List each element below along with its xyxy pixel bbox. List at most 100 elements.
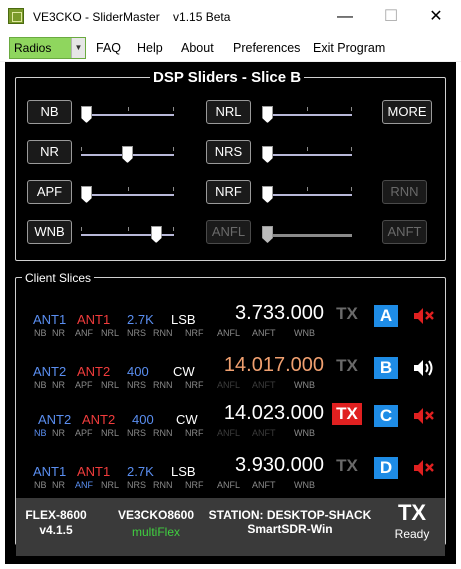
- apf-slider-ticks: [81, 187, 174, 191]
- menu-exit-program[interactable]: Exit Program: [313, 41, 385, 55]
- slice-frequency[interactable]: 14.017.000: [224, 354, 324, 377]
- slice-frequency[interactable]: 3.733.000: [235, 302, 324, 325]
- station-name: STATION: DESKTOP-SHACK: [208, 508, 372, 522]
- menu-about[interactable]: About: [181, 41, 214, 55]
- slice-mode[interactable]: LSB: [171, 312, 196, 327]
- nb-button[interactable]: NB: [27, 100, 72, 124]
- apf-button[interactable]: APF: [27, 180, 72, 204]
- slice-mode[interactable]: LSB: [171, 464, 196, 479]
- slice-flag-nb: NB: [34, 328, 47, 338]
- menu-faq[interactable]: FAQ: [96, 41, 121, 55]
- rnn-button[interactable]: RNN: [382, 180, 427, 204]
- slice-flag-nrl: NRL: [101, 328, 120, 338]
- slice-frequency[interactable]: 3.930.000: [235, 454, 324, 477]
- radio-version: v4.1.5: [39, 523, 73, 537]
- nrl-slider-ticks: [262, 107, 352, 111]
- slice-tx-button[interactable]: TX: [332, 403, 362, 425]
- slice-bandwidth[interactable]: 400: [132, 412, 154, 427]
- slice-flag-rnn: RNN: [153, 480, 173, 490]
- slice-bandwidth[interactable]: 400: [127, 364, 149, 379]
- app-icon: [8, 8, 24, 24]
- main-panel: DSP Sliders - Slice B NB NR APF WNB NRL …: [5, 62, 456, 564]
- nr-button[interactable]: NR: [27, 140, 72, 164]
- multiflex-label: multiFlex: [131, 525, 180, 539]
- nb-slider-track[interactable]: [81, 114, 174, 116]
- anfl-button[interactable]: ANFL: [206, 220, 251, 244]
- slice-letter-button[interactable]: C: [374, 405, 398, 427]
- slice-flag-nrs: NRS: [127, 480, 147, 490]
- speaker-muted-icon[interactable]: [412, 306, 434, 326]
- slice-tx-button[interactable]: TX: [332, 455, 362, 477]
- slice-flag-anfl: ANFL: [217, 328, 241, 338]
- chevron-down-icon[interactable]: ▼: [71, 38, 85, 58]
- slice-tx-button[interactable]: TX: [332, 355, 362, 377]
- more-button[interactable]: MORE: [382, 100, 432, 124]
- nrl-button[interactable]: NRL: [206, 100, 251, 124]
- nrs-slider-track[interactable]: [262, 154, 352, 156]
- slice-tx-antenna[interactable]: ANT1: [77, 312, 110, 327]
- slice-flag-anft: ANFT: [252, 428, 276, 438]
- slice-letter-button[interactable]: A: [374, 305, 398, 327]
- close-button[interactable]: ✕: [413, 0, 459, 34]
- slice-flag-nb: NB: [34, 428, 47, 438]
- anfl-slider-track: [262, 234, 352, 237]
- speaker-muted-icon[interactable]: [412, 406, 434, 426]
- slice-flag-nrf: NRF: [185, 428, 204, 438]
- slice-letter-button[interactable]: D: [374, 457, 398, 479]
- slice-rx-antenna[interactable]: ANT2: [33, 364, 66, 379]
- radio-model: FLEX-8600: [25, 508, 87, 522]
- slice-flag-anft: ANFT: [252, 480, 276, 490]
- wnb-button[interactable]: WNB: [27, 220, 72, 244]
- nrf-slider-track[interactable]: [262, 194, 352, 196]
- minimize-button[interactable]: —: [322, 0, 368, 34]
- slice-flag-anfl: ANFL: [217, 428, 241, 438]
- slice-flag-nrf: NRF: [185, 380, 204, 390]
- slice-bandwidth[interactable]: 2.7K: [127, 464, 154, 479]
- slice-tx-antenna[interactable]: ANT1: [77, 464, 110, 479]
- nrs-button[interactable]: NRS: [206, 140, 251, 164]
- slice-flag-nr: NR: [52, 328, 65, 338]
- slice-flag-nr: NR: [52, 480, 65, 490]
- slice-mode[interactable]: CW: [173, 364, 195, 379]
- slice-flag-anfl: ANFL: [217, 480, 241, 490]
- slice-flag-wnb: WNB: [294, 328, 315, 338]
- slice-flag-nrl: NRL: [101, 380, 120, 390]
- tx-status-label: TX: [397, 500, 427, 525]
- slice-flag-anf: ANF: [75, 480, 93, 490]
- slice-frequency[interactable]: 14.023.000: [224, 402, 324, 425]
- radios-combo-value: Radios: [14, 41, 52, 55]
- speaker-icon[interactable]: [412, 358, 434, 378]
- slice-flag-rnn: RNN: [153, 328, 173, 338]
- slice-rx-antenna[interactable]: ANT1: [33, 464, 66, 479]
- slice-letter-button[interactable]: B: [374, 357, 398, 379]
- callsign: VE3CKO8600: [117, 508, 195, 522]
- slice-rx-antenna[interactable]: ANT1: [33, 312, 66, 327]
- slice-mode[interactable]: CW: [176, 412, 198, 427]
- speaker-muted-icon[interactable]: [412, 458, 434, 478]
- slice-bandwidth[interactable]: 2.7K: [127, 312, 154, 327]
- nrf-slider-ticks: [262, 187, 352, 191]
- slice-tx-button[interactable]: TX: [332, 303, 362, 325]
- client-slices-title: Client Slices: [22, 271, 95, 285]
- window-title: VE3CKO - SliderMaster v1.15 Beta: [33, 10, 231, 24]
- slice-flag-nrs: NRS: [127, 380, 147, 390]
- slice-rx-antenna[interactable]: ANT2: [38, 412, 71, 427]
- status-bar: FLEX-8600 v4.1.5 VE3CKO8600 multiFlex ST…: [16, 498, 445, 556]
- slice-flag-nb: NB: [34, 480, 47, 490]
- nrl-slider-track[interactable]: [262, 114, 352, 116]
- apf-slider-track[interactable]: [81, 194, 174, 196]
- radios-combo[interactable]: Radios ▼: [9, 37, 86, 59]
- slice-tx-antenna[interactable]: ANT2: [77, 364, 110, 379]
- slice-tx-antenna[interactable]: ANT2: [82, 412, 115, 427]
- nrf-button[interactable]: NRF: [206, 180, 251, 204]
- menu-preferences[interactable]: Preferences: [233, 41, 300, 55]
- dsp-sliders-title: DSP Sliders - Slice B: [150, 69, 305, 86]
- slice-flag-nrf: NRF: [185, 480, 204, 490]
- slice-flag-wnb: WNB: [294, 380, 315, 390]
- slice-flag-nrl: NRL: [101, 428, 120, 438]
- menu-help[interactable]: Help: [137, 41, 163, 55]
- maximize-button[interactable]: ☐: [368, 0, 414, 34]
- slice-flag-apf: APF: [75, 428, 93, 438]
- slice-flag-nr: NR: [52, 428, 65, 438]
- anft-button[interactable]: ANFT: [382, 220, 427, 244]
